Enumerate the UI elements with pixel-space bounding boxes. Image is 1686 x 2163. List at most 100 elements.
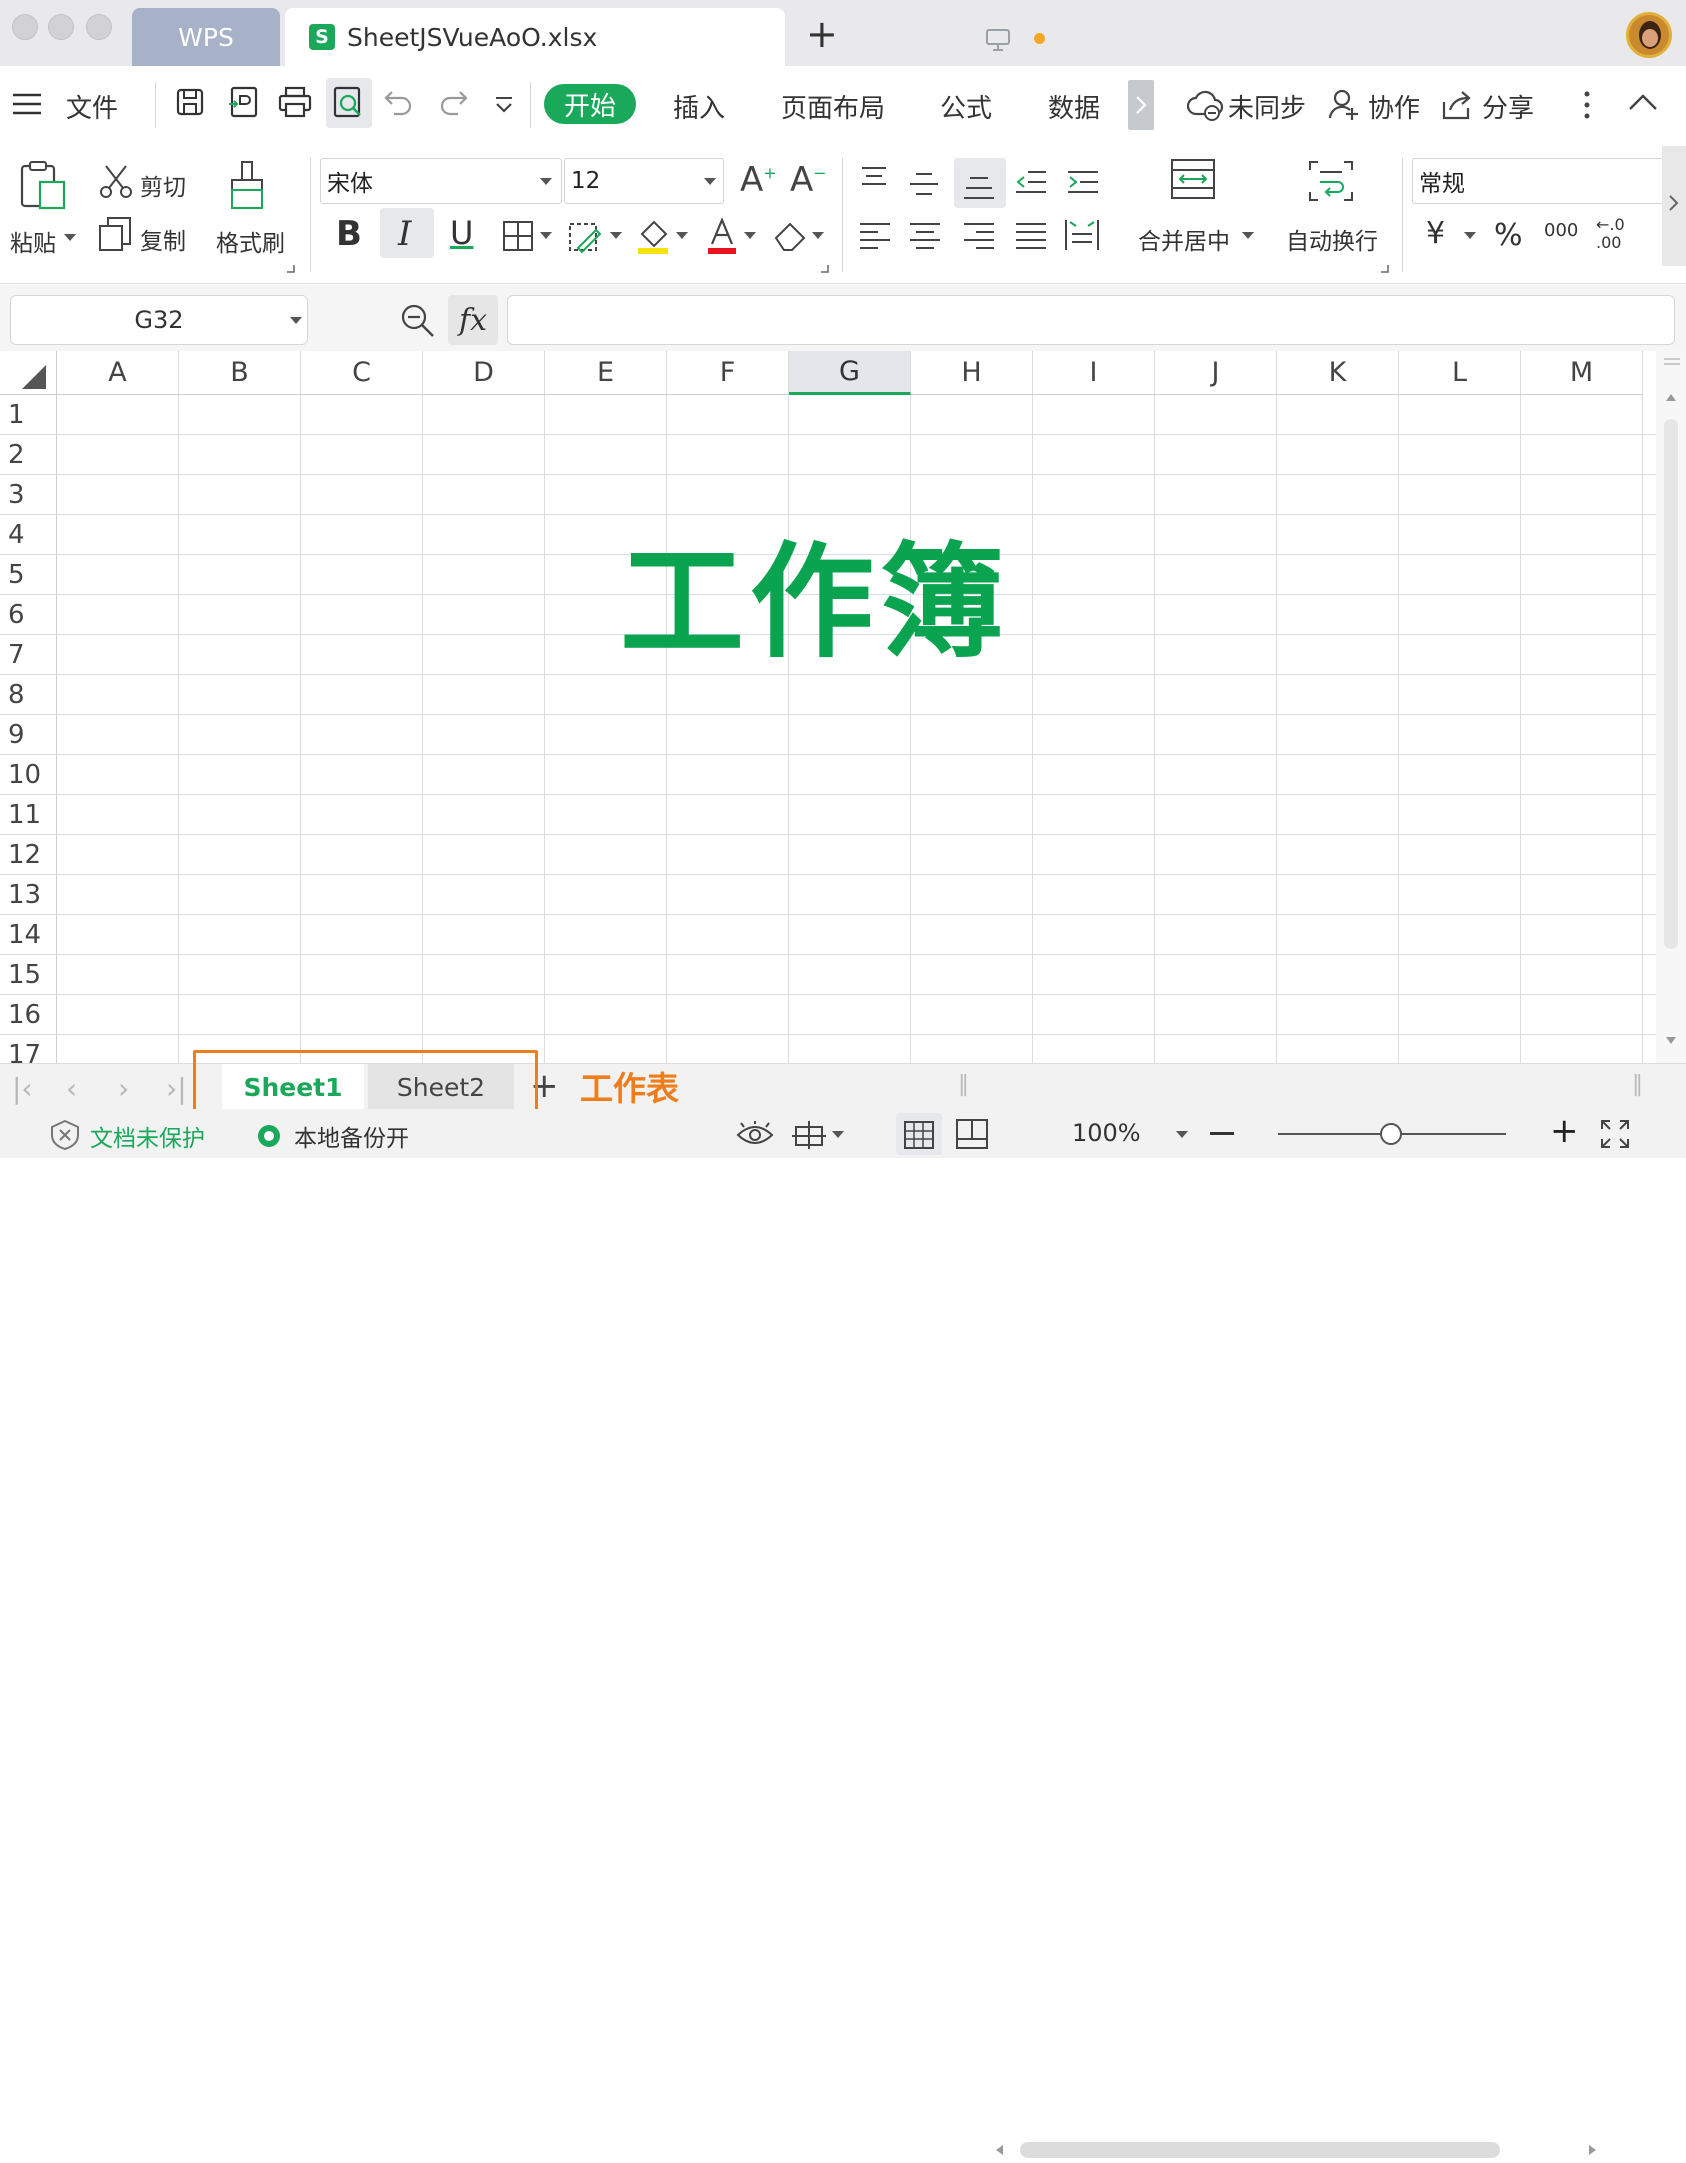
merge-center-icon[interactable] [1170,158,1216,200]
cell-style-icon[interactable] [568,218,604,254]
italic-button[interactable]: I [398,214,411,254]
column-header-c[interactable]: C [301,351,423,395]
row-header-9[interactable]: 9 [0,715,57,755]
font-dialog-launcher-icon[interactable] [820,264,830,274]
font-color-caret[interactable] [744,232,756,239]
row-header-4[interactable]: 4 [0,515,57,555]
row-header-12[interactable]: 12 [0,835,57,875]
tab-page-layout[interactable]: 页面布局 [781,88,885,125]
close-window-button[interactable] [12,14,38,40]
sheet-grid[interactable]: ABCDEFGHIJKLM 1 2 3 4 5 6 7 8 9 10 11 12 13 14 15 16 17 … [0,351,1656,1063]
format-painter-button[interactable]: 格式刷 [216,224,285,258]
paste-icon[interactable] [18,160,68,212]
increase-indent-icon[interactable] [1066,168,1100,198]
paste-dropdown-caret[interactable] [64,234,76,241]
export-pdf-icon[interactable] [228,86,260,118]
row-header-3[interactable]: 3 [0,475,57,515]
align-top-icon[interactable] [858,166,890,190]
scroll-splitter-handle[interactable]: ‖ [1632,1072,1643,1097]
menu-file[interactable]: 文件 [66,88,118,125]
zoom-window-button[interactable] [86,14,112,40]
formula-input[interactable] [507,295,1675,345]
horizontal-scroll-thumb[interactable] [1020,2142,1500,2158]
collapse-ribbon-icon[interactable] [1628,92,1658,112]
zoom-out-button[interactable] [1210,1132,1234,1135]
column-header-e[interactable]: E [545,351,667,395]
tab-formulas[interactable]: 公式 [940,88,992,125]
normal-view-grid-icon[interactable] [904,1121,934,1149]
align-left-icon[interactable] [858,222,892,250]
document-protection-status[interactable]: 文档未保护 [90,1119,205,1153]
zoom-in-button[interactable]: + [1550,1111,1579,1151]
eye-protection-icon[interactable] [736,1121,774,1149]
scroll-up-icon[interactable] [1664,391,1678,403]
copy-icon[interactable] [98,216,132,252]
row-header-13[interactable]: 13 [0,875,57,915]
insert-function-button[interactable]: fx [448,295,498,345]
cut-button[interactable]: 剪切 [140,168,186,202]
paste-button[interactable]: 粘贴 [10,224,56,258]
row-header-2[interactable]: 2 [0,435,57,475]
scroll-right-icon[interactable] [1587,2144,1599,2156]
last-sheet-nav-icon[interactable]: ›| [166,1072,187,1105]
column-header-m[interactable]: M [1521,351,1643,395]
bold-button[interactable]: B [336,214,362,254]
customize-toolbar-chevron-icon[interactable] [494,96,514,114]
print-icon[interactable] [278,86,312,118]
share-button[interactable]: 分享 [1482,88,1534,125]
first-sheet-nav-icon[interactable]: |‹ [12,1072,33,1105]
select-all-corner[interactable] [0,351,57,395]
column-header-b[interactable]: B [179,351,301,395]
vertical-scrollbar[interactable] [1656,351,1686,1063]
number-format-select[interactable]: 常规 [1412,158,1672,204]
align-middle-icon[interactable] [908,170,940,198]
currency-caret[interactable] [1464,232,1476,239]
underline-button[interactable]: U [450,214,473,252]
merge-center-button[interactable]: 合并居中 [1138,222,1230,256]
reading-mode-caret[interactable] [832,1131,844,1138]
column-header-d[interactable]: D [423,351,545,395]
decimal-increase-button[interactable]: ←.0 .00 [1596,216,1626,252]
zoom-level[interactable]: 100% [1072,1119,1141,1147]
horizontal-scrollbar[interactable] [985,2137,1607,2163]
more-options-icon[interactable] [1582,90,1592,122]
justify-icon[interactable] [1014,222,1048,250]
percent-format-button[interactable]: % [1494,218,1523,253]
distributed-align-icon[interactable] [1064,218,1100,252]
font-color-icon[interactable] [706,216,740,256]
column-header-g[interactable]: G [789,351,911,395]
minimize-window-button[interactable] [48,14,74,40]
alignment-dialog-launcher-icon[interactable] [1380,264,1390,274]
row-header-15[interactable]: 15 [0,955,57,995]
row-header-11[interactable]: 11 [0,795,57,835]
vertical-scroll-thumb[interactable] [1664,419,1678,949]
scroll-down-icon[interactable] [1664,1035,1678,1047]
clear-format-caret[interactable] [812,232,824,239]
wrap-text-button[interactable]: 自动换行 [1286,222,1378,256]
column-header-f[interactable]: F [667,351,789,395]
tab-insert[interactable]: 插入 [673,88,725,125]
thousands-separator-button[interactable]: 000 [1544,220,1578,241]
tab-document[interactable]: S SheetJSVueAoO.xlsx [285,8,1045,66]
avatar[interactable] [1626,12,1672,58]
scissors-icon[interactable] [98,164,134,200]
column-header-h[interactable]: H [911,351,1033,395]
font-size-select[interactable]: 12 [564,158,724,204]
ribbon-scroll-right-button[interactable] [1662,146,1686,266]
hamburger-menu-icon[interactable] [12,92,42,116]
zoom-slider-handle[interactable] [1380,1123,1402,1145]
borders-caret[interactable] [540,232,552,239]
row-header-14[interactable]: 14 [0,915,57,955]
clipboard-dialog-launcher-icon[interactable] [286,264,296,274]
print-preview-icon[interactable] [332,86,366,120]
merge-center-caret[interactable] [1242,232,1254,239]
row-header-7[interactable]: 7 [0,635,57,675]
zoom-level-caret[interactable] [1176,1131,1188,1138]
redo-icon[interactable] [438,88,468,116]
name-box[interactable]: G32 [10,295,308,345]
row-header-17[interactable]: 17 [0,1035,57,1063]
row-header-5[interactable]: 5 [0,555,57,595]
tab-wps-home[interactable]: WPS [132,8,280,66]
reading-mode-crosshair-icon[interactable] [792,1119,828,1151]
borders-icon[interactable] [502,220,534,252]
